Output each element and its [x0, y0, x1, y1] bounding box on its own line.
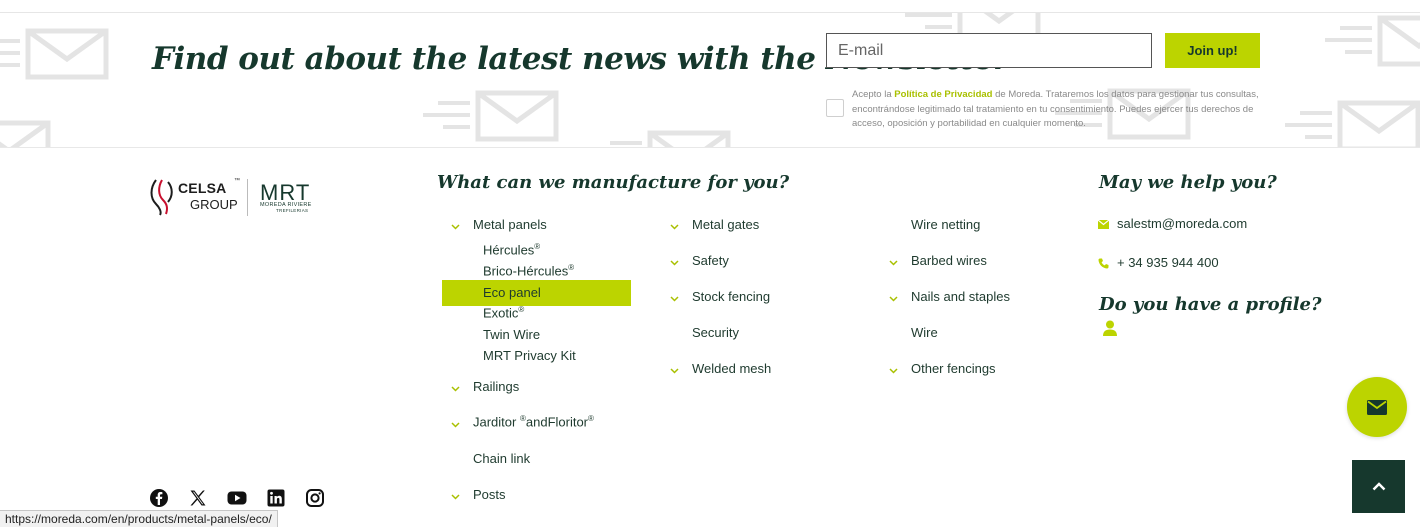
youtube-icon[interactable] [227, 488, 247, 508]
contact-mail-button[interactable] [1347, 377, 1407, 437]
submenu-item-hercules[interactable]: Hércules® [483, 242, 540, 257]
submenu-item-twin-wire[interactable]: Twin Wire [483, 327, 540, 342]
chevron-up-icon [1372, 482, 1385, 491]
submenu-item-label: Hércules [483, 242, 535, 258]
chevron-down-icon[interactable] [670, 296, 679, 302]
menu-item-nails-and-staples[interactable]: Nails and staples [911, 289, 1010, 304]
chevron-down-icon[interactable] [451, 494, 460, 500]
contact-email-link[interactable]: salestm@moreda.com [1117, 216, 1247, 231]
menu-item-jarditor-floritor[interactable]: Jarditor ®andFloritor® [473, 414, 594, 429]
menu-item-posts[interactable]: Posts [473, 487, 506, 502]
menu-item-chain-link[interactable]: Chain link [473, 451, 530, 466]
menu-item-wire[interactable]: Wire [911, 325, 938, 340]
browser-status-url: https://moreda.com/en/products/metal-pan… [0, 510, 278, 527]
celsa-logo-mark [150, 179, 173, 216]
privacy-consent-checkbox[interactable] [826, 99, 844, 117]
menu-item-other-fencings[interactable]: Other fencings [911, 361, 996, 376]
facebook-icon[interactable] [149, 488, 169, 508]
menu-item-safety[interactable]: Safety [692, 253, 729, 268]
linkedin-icon[interactable] [266, 488, 286, 508]
email-input[interactable] [826, 33, 1152, 68]
chevron-down-icon[interactable] [670, 368, 679, 374]
menu-item-metal-gates[interactable]: Metal gates [692, 217, 759, 232]
menu-item-metal-panels[interactable]: Metal panels [473, 217, 547, 232]
menu-item-wire-netting[interactable]: Wire netting [911, 217, 980, 232]
join-up-button[interactable]: Join up! [1165, 33, 1260, 68]
menu-item-stock-fencing[interactable]: Stock fencing [692, 289, 770, 304]
chevron-down-icon[interactable] [670, 224, 679, 230]
submenu-item-exotic[interactable]: Exotic® [483, 305, 524, 320]
chevron-down-icon[interactable] [889, 368, 898, 374]
menu-item-railings[interactable]: Railings [473, 379, 519, 394]
chevron-down-icon[interactable] [889, 260, 898, 266]
menu-item-barbed-wires[interactable]: Barbed wires [911, 253, 987, 268]
logo-trademark: ™ [234, 178, 240, 184]
registered-mark: ® [518, 305, 525, 314]
instagram-icon[interactable] [305, 488, 325, 508]
logo-group-text: GROUP [190, 197, 238, 212]
privacy-policy-link[interactable]: Política de Privacidad [894, 89, 992, 100]
contact-phone-link[interactable]: + 34 935 944 400 [1117, 255, 1219, 270]
menu-item-label: andFloritor [525, 414, 589, 430]
consent-text-before: Acepto la [852, 89, 895, 100]
chevron-down-icon[interactable] [670, 260, 679, 266]
submenu-item-eco-panel[interactable]: Eco panel [483, 285, 541, 300]
products-title: What can we manufacture for you? [437, 172, 790, 193]
menu-item-label: Jarditor [473, 414, 520, 430]
envelope-icon [1367, 399, 1387, 415]
privacy-consent-text: Acepto la Política de Privacidad de More… [852, 88, 1262, 132]
company-logo[interactable]: CELSA ™ GROUP MRT MOREDA RIVIERE TREFILE… [148, 178, 328, 218]
scroll-to-top-button[interactable] [1352, 460, 1405, 513]
chevron-down-icon[interactable] [451, 386, 460, 392]
logo-divider [247, 179, 248, 216]
chevron-down-icon[interactable] [451, 224, 460, 230]
menu-item-welded-mesh[interactable]: Welded mesh [692, 361, 771, 376]
submenu-item-label: Exotic [483, 305, 519, 321]
chevron-down-icon[interactable] [889, 296, 898, 302]
registered-mark: ® [588, 414, 594, 423]
logo-celsa-text: CELSA [178, 180, 227, 196]
footer-page: Find out about the latest news with the … [0, 0, 1420, 527]
profile-title: Do you have a profile? [1099, 294, 1322, 315]
registered-mark: ® [534, 242, 541, 251]
section-divider [0, 147, 1420, 148]
x-icon[interactable] [188, 488, 208, 508]
submenu-item-label: Brico-Hércules [483, 263, 569, 279]
submenu-item-brico-hercules[interactable]: Brico-Hércules® [483, 263, 574, 278]
registered-mark: ® [568, 263, 575, 272]
logo-mrt-subtitle-2: TREFILERIAS [276, 208, 309, 213]
phone-icon [1098, 258, 1109, 269]
user-icon[interactable] [1103, 320, 1117, 336]
envelope-icon [1098, 220, 1109, 229]
help-title: May we help you? [1099, 172, 1277, 193]
chevron-down-icon[interactable] [451, 422, 460, 428]
menu-item-security[interactable]: Security [692, 325, 739, 340]
submenu-item-mrt-privacy-kit[interactable]: MRT Privacy Kit [483, 348, 576, 363]
